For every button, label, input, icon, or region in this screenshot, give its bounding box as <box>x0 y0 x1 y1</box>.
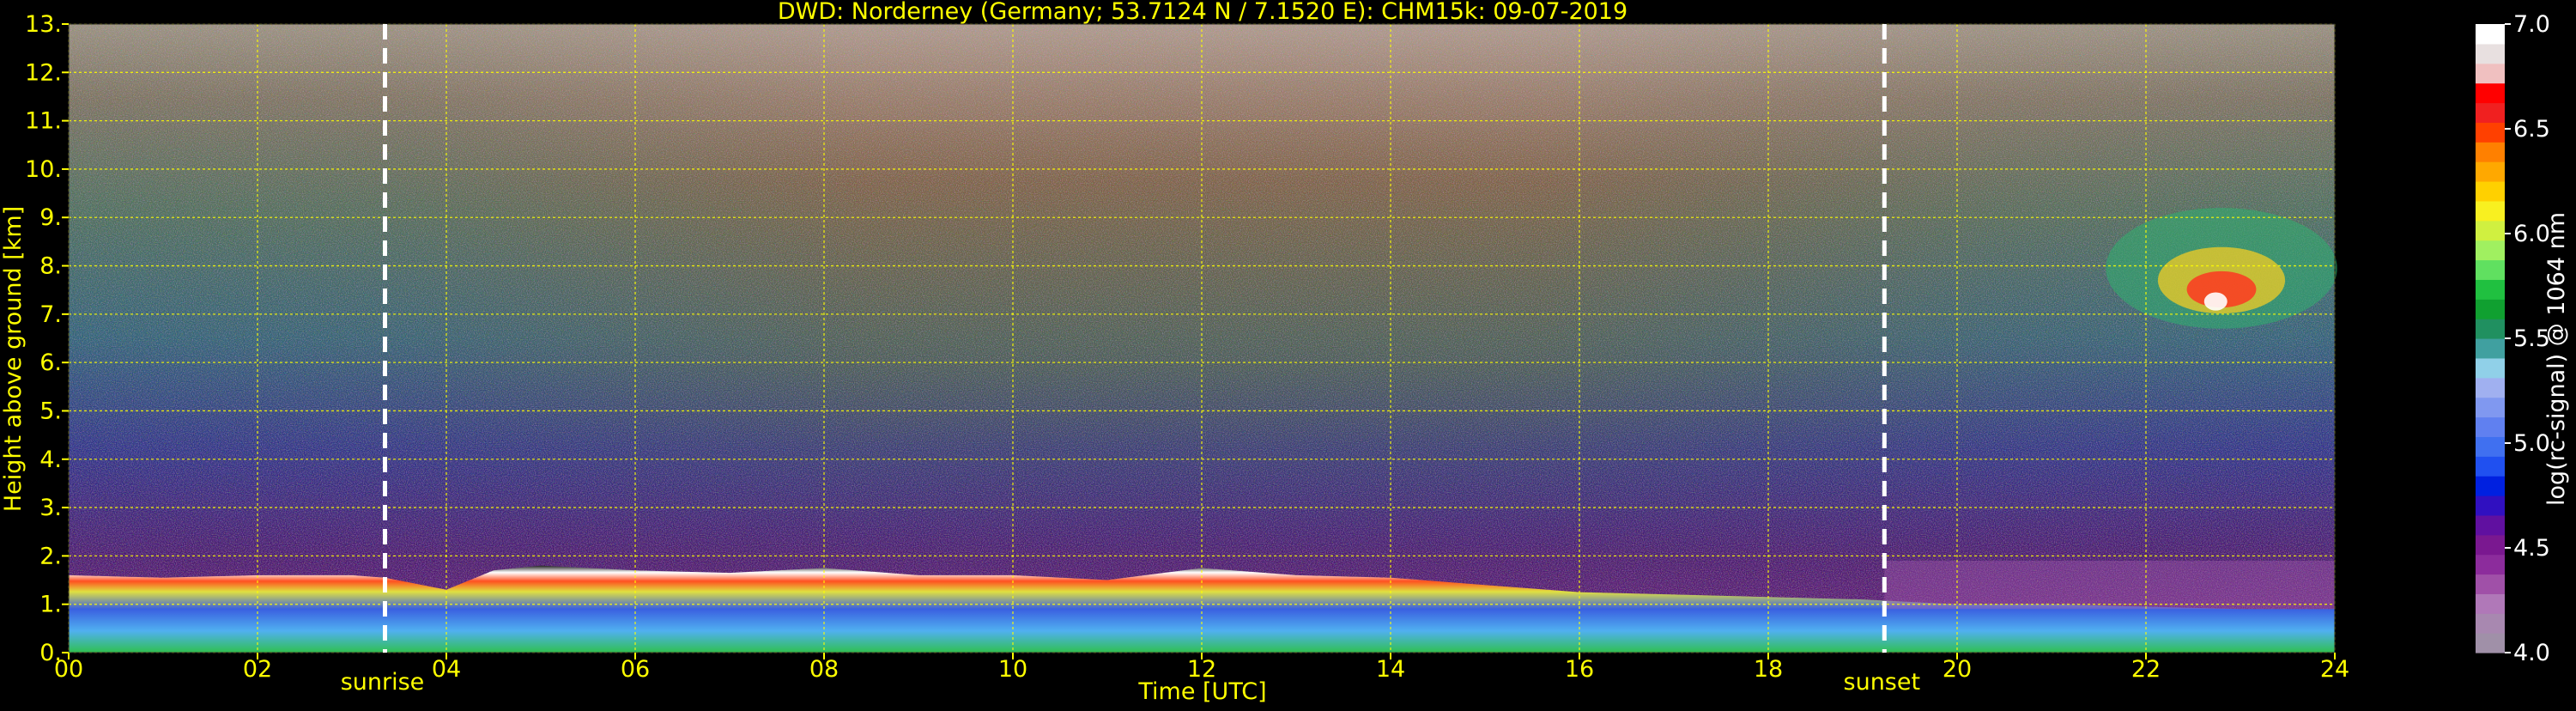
x-tick-label: 06 <box>621 656 650 683</box>
y-tick-label: 5. <box>39 398 62 424</box>
y-tick-label: 8. <box>39 253 62 280</box>
y-tick-label: 6. <box>39 349 62 376</box>
y-tick-label: 9. <box>39 204 62 231</box>
colorbar-segment <box>2476 495 2505 516</box>
sunset-label: sunset <box>1844 669 1921 696</box>
colorbar-segment <box>2476 377 2505 398</box>
y-tick-label: 1. <box>39 592 62 618</box>
colorbar-segment <box>2476 24 2505 45</box>
colorbar-segment <box>2476 613 2505 634</box>
colorbar-segment <box>2476 416 2505 437</box>
colorbar-tick-label: 4.5 <box>2513 535 2550 562</box>
colorbar-segment <box>2476 161 2505 182</box>
x-tick-label: 22 <box>2131 656 2161 683</box>
colorbar-segment <box>2476 299 2505 319</box>
colorbar-segment <box>2476 82 2505 104</box>
x-tick-label: 24 <box>2320 656 2349 683</box>
colorbar: 4.04.55.05.56.06.57.0 <box>2476 11 2550 666</box>
y-tick-label: 2. <box>39 543 62 569</box>
colorbar-segment <box>2476 633 2505 653</box>
colorbar-tick-label: 7.0 <box>2513 11 2550 38</box>
y-tick-label: 11. <box>25 108 62 135</box>
y-tick-label: 7. <box>39 301 62 328</box>
ceilometer-chart: sunrise sunset 00 02 04 06 08 10 12 14 16 18 20 22 24… <box>0 0 2576 708</box>
x-tick-label: 02 <box>243 656 272 683</box>
y-tick-label: 10. <box>25 156 62 183</box>
y-tick-label: 0. <box>39 640 62 666</box>
colorbar-segment <box>2476 240 2505 261</box>
colorbar-segment <box>2476 102 2505 123</box>
residual-layer <box>1884 561 2335 610</box>
chart-svg: sunrise sunset 00 02 04 06 08 10 12 14 16 18 20 22 24… <box>0 0 2570 705</box>
colorbar-segment <box>2476 574 2505 594</box>
colorbar-segment <box>2476 142 2505 162</box>
colorbar-segment <box>2476 319 2505 339</box>
sunrise-label: sunrise <box>341 669 425 696</box>
y-tick-label: 3. <box>39 495 62 521</box>
x-tick-label: 20 <box>1943 656 1972 683</box>
colorbar-segment <box>2476 593 2505 614</box>
colorbar-segment <box>2476 397 2505 418</box>
colorbar-segment <box>2476 456 2505 477</box>
colorbar-segment <box>2476 181 2505 202</box>
colorbar-segment <box>2476 220 2505 241</box>
y-axis-ticks: 0. 1. 2. 3. 4. 5. 6. 7. 8. 9. 10. 11. 12. 13. <box>25 11 69 666</box>
colorbar-segment <box>2476 357 2505 379</box>
colorbar-segment <box>2476 554 2505 575</box>
x-tick-label: 04 <box>432 656 461 683</box>
y-axis-label: Height above ground [km] <box>0 206 27 512</box>
y-tick-label: 12. <box>25 59 62 86</box>
high-cloud-layer <box>2106 207 2337 329</box>
x-tick-label: 08 <box>809 656 839 683</box>
colorbar-segment <box>2476 259 2505 280</box>
colorbar-segment <box>2476 200 2505 222</box>
cloud-peak <box>2203 292 2227 311</box>
x-tick-label: 14 <box>1376 656 1405 683</box>
colorbar-tick-label: 4.0 <box>2513 640 2550 666</box>
colorbar-segment <box>2476 338 2505 359</box>
colorbar-segment <box>2476 63 2505 84</box>
colorbar-segment <box>2476 43 2505 64</box>
colorbar-segment <box>2476 476 2505 496</box>
x-tick-label: 18 <box>1754 656 1783 683</box>
colorbar-label: log(rc-signal) @ 1064 nm <box>2543 212 2570 506</box>
x-tick-label: 10 <box>998 656 1027 683</box>
colorbar-segment <box>2476 122 2505 143</box>
colorbar-segment <box>2476 436 2505 457</box>
colorbar-segment <box>2476 514 2505 536</box>
chart-title: DWD: Norderney (Germany; 53.7124 N / 7.1… <box>778 0 1627 25</box>
x-tick-label: 16 <box>1565 656 1594 683</box>
colorbar-segment <box>2476 534 2505 556</box>
y-tick-label: 4. <box>39 447 62 473</box>
colorbar-segment <box>2476 279 2505 300</box>
y-tick-label: 13. <box>25 11 62 38</box>
x-axis-label: Time [UTC] <box>1137 678 1266 705</box>
colorbar-tick-label: 6.5 <box>2513 116 2550 143</box>
